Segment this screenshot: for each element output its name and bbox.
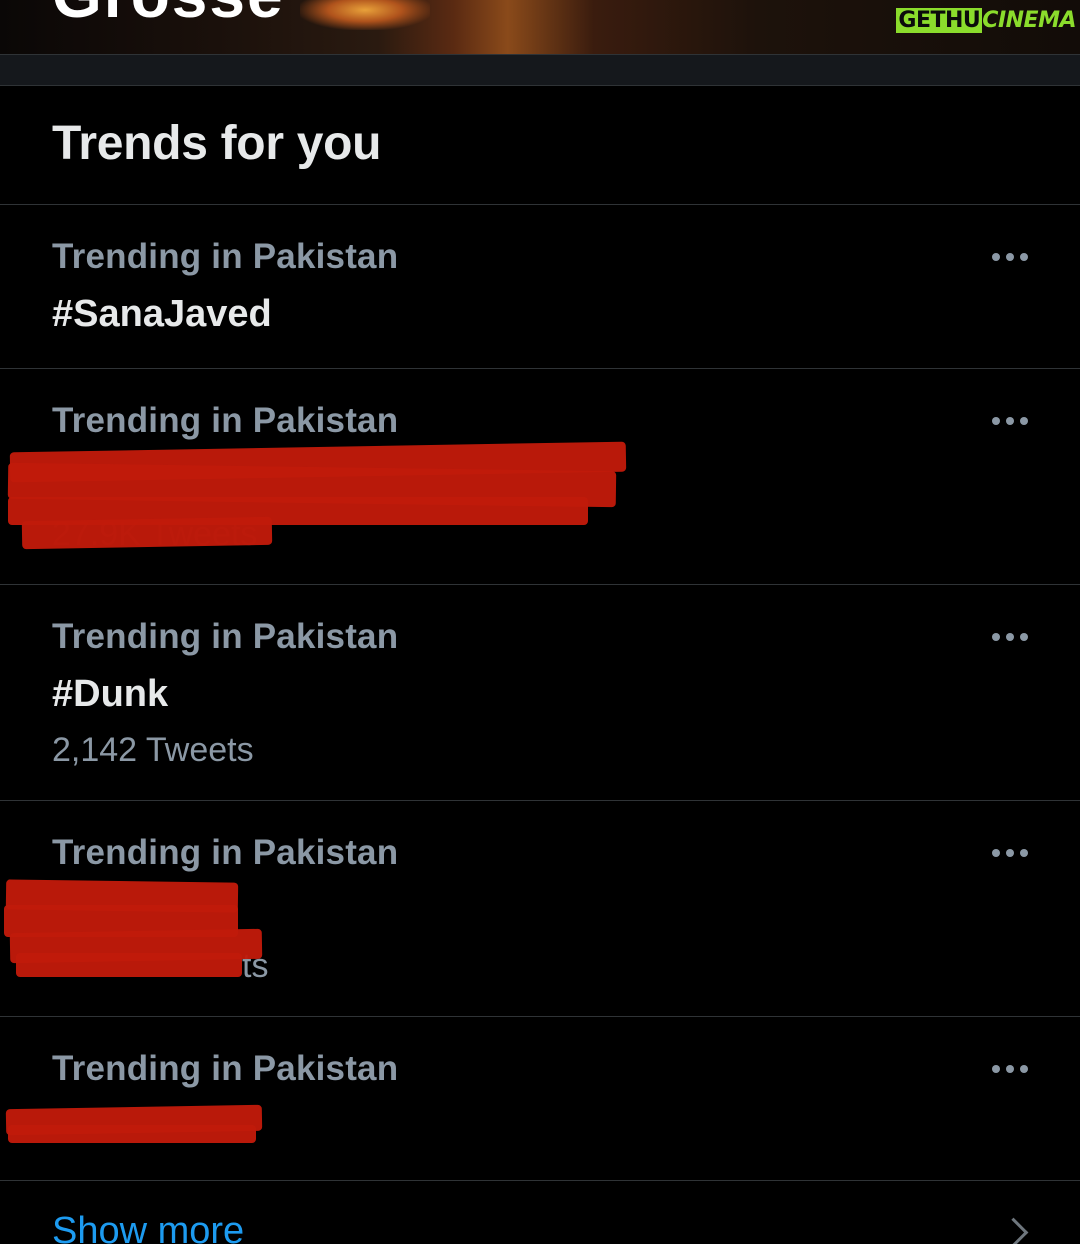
section-divider [0, 54, 1080, 86]
trend-item[interactable]: Trending in Pakistan 27.9K Tweets [0, 369, 1080, 585]
trend-name: #Dunk [52, 673, 169, 715]
trend-context: Trending in Pakistan [52, 833, 399, 872]
trend-count: 2,142 Tweets [52, 731, 254, 769]
more-icon[interactable] [992, 416, 1028, 426]
trend-context: Trending in Pakistan [52, 1049, 399, 1088]
more-icon[interactable] [992, 848, 1028, 858]
redaction-mark [21, 516, 273, 550]
banner-title: Grosse [52, 0, 285, 32]
more-icon[interactable] [992, 252, 1028, 262]
trend-item[interactable]: Trending in Pakistan #SanaJaved [0, 205, 1080, 369]
trend-name: #SanaJaved [52, 293, 272, 335]
redaction-mark [16, 953, 242, 977]
more-icon[interactable] [992, 632, 1028, 642]
redaction-mark [8, 1125, 256, 1143]
trends-header: Trends for you [0, 86, 1080, 205]
banner-fire-glow [300, 0, 430, 30]
header-banner: Grosse GETHUCINEMA [0, 0, 1080, 54]
more-icon[interactable] [992, 1064, 1028, 1074]
trend-context: Trending in Pakistan [52, 401, 399, 440]
trend-context: Trending in Pakistan [52, 617, 399, 656]
trend-item[interactable]: Trending in Pakistan [0, 1017, 1080, 1181]
section-title: Trends for you [52, 117, 382, 170]
chevron-right-icon[interactable] [998, 1217, 1029, 1244]
trends-page: Grosse GETHUCINEMA Trends for you Trendi… [0, 0, 1080, 1244]
trend-context: Trending in Pakistan [52, 237, 399, 276]
trend-item[interactable]: Trending in Pakistan #Dunk 2,142 Tweets [0, 585, 1080, 801]
trend-item[interactable]: Trending in Pakistan ts [0, 801, 1080, 1017]
show-more-link[interactable]: Show more [52, 1210, 244, 1244]
watermark-logo: GETHUCINEMA [896, 8, 1076, 33]
